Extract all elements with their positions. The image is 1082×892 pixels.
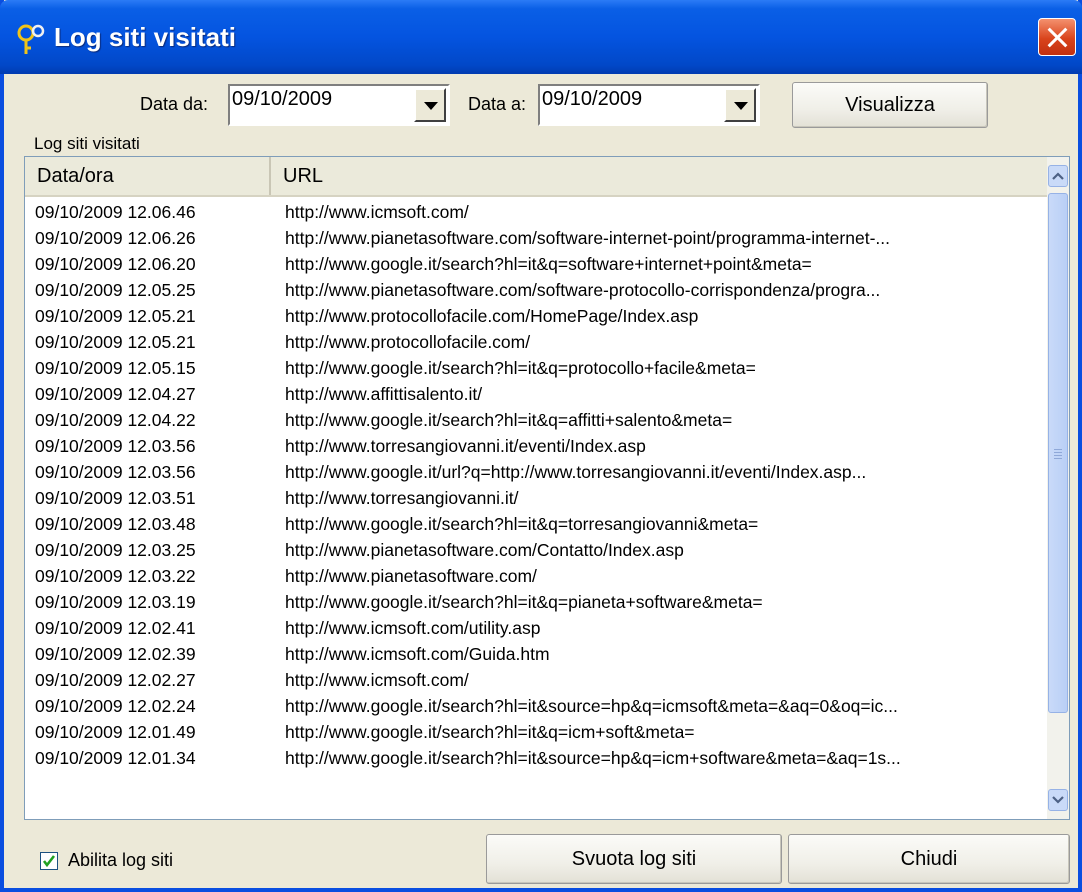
list-group-label: Log siti visitati	[34, 134, 140, 153]
date-from-value[interactable]: 09/10/2009	[232, 88, 332, 111]
row-datetime: 09/10/2009 12.02.27	[35, 670, 196, 690]
date-to-value[interactable]: 09/10/2009	[542, 88, 642, 111]
visited-sites-list[interactable]: Data/ora URL 09/10/2009 12.06.46 http://w…	[24, 156, 1070, 820]
table-row[interactable]: 09/10/2009 12.02.24 http://www.google.it/…	[25, 693, 1049, 719]
row-url: http://www.torresangiovanni.it/eventi/In…	[285, 436, 646, 456]
row-datetime: 09/10/2009 12.06.20	[35, 254, 196, 274]
date-from-label: Data da:	[140, 94, 209, 114]
date-to-dropdown-icon[interactable]	[724, 88, 756, 122]
row-url: http://www.icmsoft.com/	[285, 202, 469, 222]
table-row[interactable]: 09/10/2009 12.05.15 http://www.google.it/…	[25, 355, 1049, 381]
scroll-thumb[interactable]	[1048, 193, 1068, 713]
table-row[interactable]: 09/10/2009 12.03.51 http://www.torresangi…	[25, 485, 1049, 511]
row-url: http://www.pianetasoftware.com/software-…	[285, 228, 890, 248]
date-from-dropdown-icon[interactable]	[414, 88, 446, 122]
row-url: http://www.pianetasoftware.com/software-…	[285, 280, 881, 300]
table-row[interactable]: 09/10/2009 12.05.25 http://www.pianetasof…	[25, 277, 1049, 303]
row-datetime: 09/10/2009 12.03.25	[35, 540, 196, 560]
row-datetime: 09/10/2009 12.05.15	[35, 358, 196, 378]
date-from-combo[interactable]: 09/10/2009	[228, 84, 450, 126]
column-header-url[interactable]: URL	[271, 157, 1049, 195]
table-row[interactable]: 09/10/2009 12.05.21 http://www.protocollo…	[25, 303, 1049, 329]
clear-log-button[interactable]: Svuota log siti	[486, 834, 782, 884]
row-datetime: 09/10/2009 12.02.24	[35, 696, 196, 716]
row-url: http://www.protocollofacile.com/HomePage…	[285, 306, 699, 326]
row-url: http://www.google.it/url?q=http://www.to…	[285, 462, 867, 482]
row-url: http://www.torresangiovanni.it/	[285, 488, 519, 508]
key-icon	[17, 24, 45, 54]
table-row[interactable]: 09/10/2009 12.03.56 http://www.torresangi…	[25, 433, 1049, 459]
row-datetime: 09/10/2009 12.05.25	[35, 280, 196, 300]
row-url: http://www.affittisalento.it/	[285, 384, 483, 404]
row-url: http://www.icmsoft.com/Guida.htm	[285, 644, 550, 664]
table-row[interactable]: 09/10/2009 12.01.34 http://www.google.it/…	[25, 745, 1049, 771]
table-row[interactable]: 09/10/2009 12.05.21 http://www.protocollo…	[25, 329, 1049, 355]
row-datetime: 09/10/2009 12.03.51	[35, 488, 196, 508]
row-url: http://www.protocollofacile.com/	[285, 332, 531, 352]
scroll-up-icon[interactable]	[1048, 165, 1068, 187]
table-row[interactable]: 09/10/2009 12.06.20 http://www.google.it/…	[25, 251, 1049, 277]
enable-log-label[interactable]: Abilita log siti	[68, 850, 173, 871]
row-datetime: 09/10/2009 12.03.19	[35, 592, 196, 612]
table-row[interactable]: 09/10/2009 12.03.56 http://www.google.it/…	[25, 459, 1049, 485]
row-datetime: 09/10/2009 12.02.39	[35, 644, 196, 664]
checkmark-icon	[42, 855, 56, 868]
row-datetime: 09/10/2009 12.04.22	[35, 410, 196, 430]
row-url: http://www.google.it/search?hl=it&q=soft…	[285, 254, 812, 274]
table-row[interactable]: 09/10/2009 12.03.19 http://www.google.it/…	[25, 589, 1049, 615]
row-datetime: 09/10/2009 12.01.34	[35, 748, 196, 768]
row-url: http://www.pianetasoftware.com/Contatto/…	[285, 540, 684, 560]
row-datetime: 09/10/2009 12.06.26	[35, 228, 196, 248]
table-row[interactable]: 09/10/2009 12.03.48 http://www.google.it/…	[25, 511, 1049, 537]
row-url: http://www.icmsoft.com/utility.asp	[285, 618, 541, 638]
row-url: http://www.google.it/search?hl=it&q=prot…	[285, 358, 756, 378]
date-to-combo[interactable]: 09/10/2009	[538, 84, 760, 126]
row-datetime: 09/10/2009 12.05.21	[35, 306, 196, 326]
title-bar[interactable]: Log siti visitati	[0, 0, 1082, 74]
log-dialog: Log siti visitati Data da: 09/10/2009 Da…	[0, 0, 1082, 892]
vertical-scrollbar[interactable]	[1047, 157, 1069, 819]
scroll-down-icon[interactable]	[1048, 789, 1068, 811]
row-url: http://www.pianetasoftware.com/	[285, 566, 537, 586]
window-title: Log siti visitati	[54, 22, 237, 52]
view-button[interactable]: Visualizza	[792, 82, 988, 128]
row-datetime: 09/10/2009 12.03.48	[35, 514, 196, 534]
list-header: Data/ora URL	[25, 157, 1049, 197]
column-header-datetime[interactable]: Data/ora	[25, 157, 271, 195]
table-row[interactable]: 09/10/2009 12.02.27 http://www.icmsoft.co…	[25, 667, 1049, 693]
table-row[interactable]: 09/10/2009 12.02.41 http://www.icmsoft.co…	[25, 615, 1049, 641]
row-url: http://www.google.it/search?hl=it&source…	[285, 748, 901, 768]
close-button[interactable]: Chiudi	[788, 834, 1070, 884]
row-datetime: 09/10/2009 12.01.49	[35, 722, 196, 742]
row-datetime: 09/10/2009 12.03.56	[35, 462, 196, 482]
row-url: http://www.google.it/search?hl=it&q=icm+…	[285, 722, 695, 742]
table-row[interactable]: 09/10/2009 12.04.27 http://www.affittisal…	[25, 381, 1049, 407]
row-datetime: 09/10/2009 12.02.41	[35, 618, 196, 638]
row-datetime: 09/10/2009 12.04.27	[35, 384, 196, 404]
row-datetime: 09/10/2009 12.05.21	[35, 332, 196, 352]
row-url: http://www.google.it/search?hl=it&source…	[285, 696, 898, 716]
date-to-label: Data a:	[468, 94, 527, 114]
row-url: http://www.google.it/search?hl=it&q=affi…	[285, 410, 733, 430]
enable-log-checkbox[interactable]	[40, 852, 58, 870]
row-datetime: 09/10/2009 12.03.56	[35, 436, 196, 456]
row-url: http://www.google.it/search?hl=it&q=torr…	[285, 514, 759, 534]
row-url: http://www.icmsoft.com/	[285, 670, 469, 690]
table-row[interactable]: 09/10/2009 12.04.22 http://www.google.it/…	[25, 407, 1049, 433]
list-rows: 09/10/2009 12.06.46 http://www.icmsoft.co…	[25, 199, 1049, 771]
table-row[interactable]: 09/10/2009 12.06.26 http://www.pianetasof…	[25, 225, 1049, 251]
table-row[interactable]: 09/10/2009 12.02.39 http://www.icmsoft.co…	[25, 641, 1049, 667]
table-row[interactable]: 09/10/2009 12.03.25 http://www.pianetasof…	[25, 537, 1049, 563]
table-row[interactable]: 09/10/2009 12.03.22 http://www.pianetasof…	[25, 563, 1049, 589]
table-row[interactable]: 09/10/2009 12.06.46 http://www.icmsoft.co…	[25, 199, 1049, 225]
row-datetime: 09/10/2009 12.06.46	[35, 202, 196, 222]
table-row[interactable]: 09/10/2009 12.01.49 http://www.google.it/…	[25, 719, 1049, 745]
row-datetime: 09/10/2009 12.03.22	[35, 566, 196, 586]
row-url: http://www.google.it/search?hl=it&q=pian…	[285, 592, 763, 612]
close-icon[interactable]	[1038, 18, 1076, 56]
